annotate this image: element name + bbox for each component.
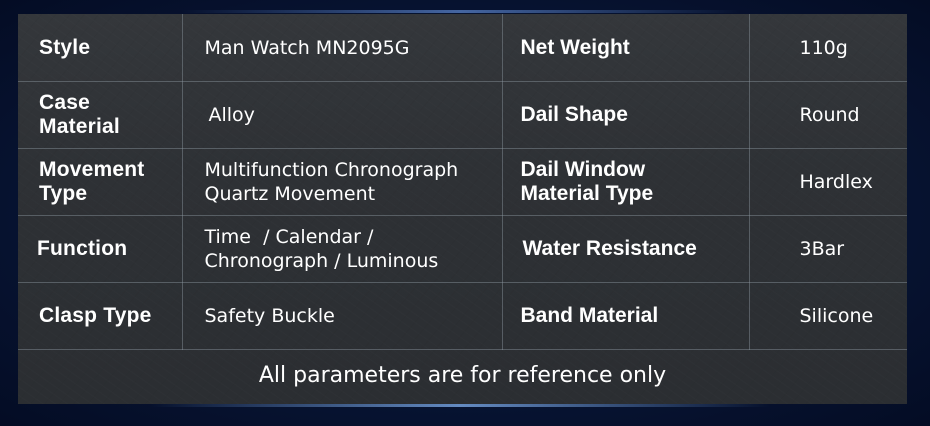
spec-key-water-resistance: Water Resistance <box>502 215 750 283</box>
spec-value-dail-window-material: Hardlex <box>749 148 907 216</box>
top-glow-line <box>180 10 740 13</box>
spec-key-movement-type: Movement Type <box>18 148 183 216</box>
spec-value-style: Man Watch MN2095G <box>182 14 503 82</box>
spec-value-net-weight: 110g <box>749 14 907 82</box>
spec-key-dail-shape: Dail Shape <box>502 81 750 149</box>
spec-value-function: Time / Calendar / Chronograph / Luminous <box>182 215 503 283</box>
table-row: Case Material Alloy Dail Shape Round <box>18 81 907 149</box>
spec-value-movement-type: Multifunction Chronograph Quartz Movemen… <box>182 148 503 216</box>
spec-key-function: Function <box>18 215 183 283</box>
table-row: Function Time / Calendar / Chronograph /… <box>18 215 907 283</box>
reference-note: All parameters are for reference only <box>258 363 667 388</box>
bottom-glow-line <box>150 404 770 407</box>
spec-key-style: Style <box>18 14 183 82</box>
spec-key-band-material: Band Material <box>502 282 750 350</box>
spec-key-dail-window-material: Dail Window Material Type <box>502 148 750 216</box>
table-row: Clasp Type Safety Buckle Band Material S… <box>18 282 907 350</box>
spec-value-case-material: Alloy <box>182 81 503 149</box>
spec-banner: Style Man Watch MN2095G Net Weight 110g … <box>0 0 930 426</box>
spec-panel: Style Man Watch MN2095G Net Weight 110g … <box>18 14 907 404</box>
spec-key-case-material: Case Material <box>18 81 183 149</box>
spec-key-net-weight: Net Weight <box>502 14 750 82</box>
spec-key-clasp-type: Clasp Type <box>18 282 183 350</box>
spec-value-band-material: Silicone <box>749 282 907 350</box>
spec-table: Style Man Watch MN2095G Net Weight 110g … <box>18 14 907 350</box>
spec-value-water-resistance: 3Bar <box>749 215 907 283</box>
spec-value-dail-shape: Round <box>749 81 907 149</box>
spec-value-clasp-type: Safety Buckle <box>182 282 503 350</box>
table-row: Style Man Watch MN2095G Net Weight 110g <box>18 14 907 82</box>
table-row: Movement Type Multifunction Chronograph … <box>18 148 907 216</box>
